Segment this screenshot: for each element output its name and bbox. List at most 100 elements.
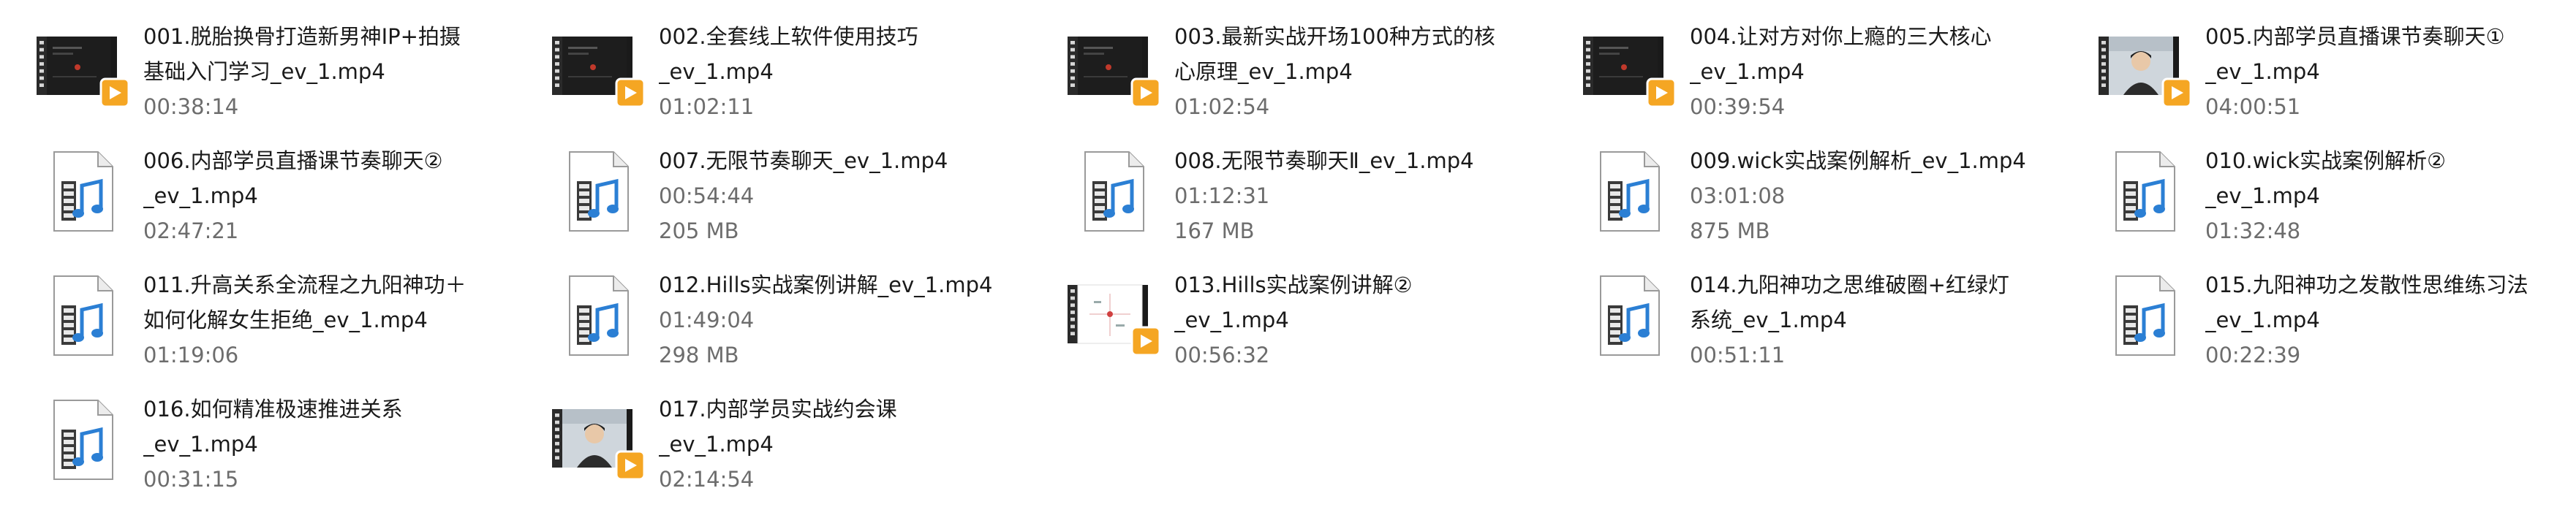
file-meta: 015.九阳神功之发散性思维练习法 _ev_1.mp4 00:22:39 <box>2205 267 2564 373</box>
file-duration: 00:51:11 <box>1690 343 1786 367</box>
file-size: 298 MB <box>659 343 739 367</box>
file-name: 012.Hills实战案例讲解_ev_1.mp4 <box>659 272 993 297</box>
media-file-icon <box>1068 149 1161 234</box>
file-duration: 00:22:39 <box>2205 343 2301 367</box>
file-name: 013.Hills实战案例讲解② <box>1174 272 1413 297</box>
video-thumbnail-icon <box>37 25 130 110</box>
file-name: 007.无限节奏聊天_ev_1.mp4 <box>659 148 948 173</box>
file-meta: 008.无限节奏聊天Ⅱ_ev_1.mp4 01:12:31 167 MB <box>1174 143 1533 248</box>
media-file-icon <box>1583 273 1677 358</box>
file-tile[interactable]: 013.Hills实战案例讲解② _ev_1.mp4 00:56:32 <box>1031 254 1536 378</box>
file-meta: 013.Hills实战案例讲解② _ev_1.mp4 00:56:32 <box>1174 267 1533 373</box>
file-duration: 00:54:44 <box>659 183 755 208</box>
file-name: 011.升高关系全流程之九阳神功＋ <box>143 272 467 297</box>
video-thumbnail-icon <box>1068 25 1161 110</box>
file-meta: 011.升高关系全流程之九阳神功＋ 如何化解女生拒绝_ev_1.mp4 01:19:… <box>143 267 502 373</box>
file-meta: 006.内部学员直播课节奏聊天② _ev_1.mp4 02:47:21 <box>143 143 502 248</box>
media-file-icon <box>552 273 646 358</box>
file-meta: 005.内部学员直播课节奏聊天① _ev_1.mp4 04:00:51 <box>2205 19 2564 124</box>
file-tile[interactable]: 006.内部学员直播课节奏聊天② _ev_1.mp4 02:47:21 <box>0 130 505 254</box>
file-name: 016.如何精准极速推进关系 <box>143 397 403 422</box>
file-meta: 004.让对方对你上瘾的三大核心 _ev_1.mp4 00:39:54 <box>1690 19 2048 124</box>
file-duration: 01:12:31 <box>1174 183 1270 208</box>
file-tile[interactable]: 017.内部学员实战约会课 _ev_1.mp4 02:14:54 <box>515 378 1020 503</box>
file-tile[interactable]: 005.内部学员直播课节奏聊天① _ev_1.mp4 04:00:51 <box>2062 6 2566 130</box>
video-thumbnail-icon <box>1583 25 1677 110</box>
video-thumbnail-icon <box>2099 25 2192 110</box>
file-duration: 01:19:06 <box>143 343 239 367</box>
file-name: 017.内部学员实战约会课 <box>659 397 897 422</box>
file-duration: 04:00:51 <box>2205 94 2301 119</box>
file-size: 167 MB <box>1174 218 1255 243</box>
file-tile[interactable]: 004.让对方对你上瘾的三大核心 _ev_1.mp4 00:39:54 <box>1546 6 2051 130</box>
file-meta: 002.全套线上软件使用技巧 _ev_1.mp4 01:02:11 <box>659 19 1017 124</box>
file-tile[interactable]: 007.无限节奏聊天_ev_1.mp4 00:54:44 205 MB <box>515 130 1020 254</box>
file-name-continued: 系统_ev_1.mp4 <box>1690 308 1847 332</box>
file-name: 003.最新实战开场100种方式的核 <box>1174 24 1495 49</box>
file-name: 010.wick实战案例解析② <box>2205 148 2447 173</box>
file-duration: 02:14:54 <box>659 467 755 492</box>
file-name-continued: _ev_1.mp4 <box>659 432 774 457</box>
file-name-continued: _ev_1.mp4 <box>2205 183 2320 208</box>
file-duration: 00:39:54 <box>1690 94 1786 119</box>
file-name-continued: 心原理_ev_1.mp4 <box>1174 59 1353 84</box>
media-file-icon <box>552 149 646 234</box>
file-tile[interactable]: 003.最新实战开场100种方式的核 心原理_ev_1.mp4 01:02:54 <box>1031 6 1536 130</box>
file-tile[interactable]: 009.wick实战案例解析_ev_1.mp4 03:01:08 875 MB <box>1546 130 2051 254</box>
media-file-icon <box>2099 273 2192 358</box>
file-duration: 01:32:48 <box>2205 218 2301 243</box>
file-duration: 01:02:11 <box>659 94 755 119</box>
file-duration: 00:38:14 <box>143 94 239 119</box>
file-duration: 02:47:21 <box>143 218 239 243</box>
file-name: 002.全套线上软件使用技巧 <box>659 24 918 49</box>
file-meta: 012.Hills实战案例讲解_ev_1.mp4 01:49:04 298 MB <box>659 267 1017 373</box>
media-file-icon <box>37 149 130 234</box>
file-name-continued: _ev_1.mp4 <box>143 183 258 208</box>
file-meta: 017.内部学员实战约会课 _ev_1.mp4 02:14:54 <box>659 392 1017 497</box>
file-name-continued: _ev_1.mp4 <box>1174 308 1289 332</box>
file-meta: 010.wick实战案例解析② _ev_1.mp4 01:32:48 <box>2205 143 2564 248</box>
file-duration: 01:49:04 <box>659 308 755 332</box>
media-file-icon <box>37 397 130 482</box>
video-thumbnail-icon <box>552 25 646 110</box>
file-meta: 009.wick实战案例解析_ev_1.mp4 03:01:08 875 MB <box>1690 143 2048 248</box>
file-tile[interactable]: 016.如何精准极速推进关系 _ev_1.mp4 00:31:15 <box>0 378 505 503</box>
file-name: 008.无限节奏聊天Ⅱ_ev_1.mp4 <box>1174 148 1474 173</box>
file-size: 875 MB <box>1690 218 1770 243</box>
file-meta: 001.脱胎换骨打造新男神IP+拍摄 基础入门学习_ev_1.mp4 00:38:1… <box>143 19 502 124</box>
file-meta: 016.如何精准极速推进关系 _ev_1.mp4 00:31:15 <box>143 392 502 497</box>
file-meta: 003.最新实战开场100种方式的核 心原理_ev_1.mp4 01:02:54 <box>1174 19 1533 124</box>
file-tile[interactable]: 001.脱胎换骨打造新男神IP+拍摄 基础入门学习_ev_1.mp4 00:38:1… <box>0 6 505 130</box>
file-size: 205 MB <box>659 218 739 243</box>
file-name: 014.九阳神功之思维破圈+红绿灯 <box>1690 272 2009 297</box>
file-name: 004.让对方对你上瘾的三大核心 <box>1690 24 1992 49</box>
media-file-icon <box>2099 149 2192 234</box>
file-tile[interactable]: 012.Hills实战案例讲解_ev_1.mp4 01:49:04 298 MB <box>515 254 1020 378</box>
file-tile[interactable]: 010.wick实战案例解析② _ev_1.mp4 01:32:48 <box>2062 130 2566 254</box>
file-name-continued: _ev_1.mp4 <box>659 59 774 84</box>
media-file-icon <box>37 273 130 358</box>
file-name-continued: _ev_1.mp4 <box>1690 59 1805 84</box>
file-meta: 014.九阳神功之思维破圈+红绿灯 系统_ev_1.mp4 00:51:11 <box>1690 267 2048 373</box>
media-file-icon <box>1583 149 1677 234</box>
file-tile[interactable]: 014.九阳神功之思维破圈+红绿灯 系统_ev_1.mp4 00:51:11 <box>1546 254 2051 378</box>
file-tile[interactable]: 015.九阳神功之发散性思维练习法 _ev_1.mp4 00:22:39 <box>2062 254 2566 378</box>
file-duration: 03:01:08 <box>1690 183 1786 208</box>
file-tile-grid: 001.脱胎换骨打造新男神IP+拍摄 基础入门学习_ev_1.mp4 00:38:1… <box>0 0 2576 526</box>
file-duration: 00:31:15 <box>143 467 239 492</box>
file-name: 015.九阳神功之发散性思维练习法 <box>2205 272 2528 297</box>
file-name: 001.脱胎换骨打造新男神IP+拍摄 <box>143 24 461 49</box>
file-tile[interactable]: 008.无限节奏聊天Ⅱ_ev_1.mp4 01:12:31 167 MB <box>1031 130 1536 254</box>
file-duration: 00:56:32 <box>1174 343 1270 367</box>
file-tile[interactable]: 002.全套线上软件使用技巧 _ev_1.mp4 01:02:11 <box>515 6 1020 130</box>
file-name-continued: 基础入门学习_ev_1.mp4 <box>143 59 385 84</box>
video-thumbnail-icon <box>1068 273 1161 358</box>
file-tile[interactable]: 011.升高关系全流程之九阳神功＋ 如何化解女生拒绝_ev_1.mp4 01:19:… <box>0 254 505 378</box>
video-thumbnail-icon <box>552 397 646 482</box>
file-name-continued: _ev_1.mp4 <box>2205 59 2320 84</box>
file-meta: 007.无限节奏聊天_ev_1.mp4 00:54:44 205 MB <box>659 143 1017 248</box>
file-duration: 01:02:54 <box>1174 94 1270 119</box>
file-name-continued: _ev_1.mp4 <box>2205 308 2320 332</box>
file-name: 005.内部学员直播课节奏聊天① <box>2205 24 2505 49</box>
file-name: 009.wick实战案例解析_ev_1.mp4 <box>1690 148 2026 173</box>
